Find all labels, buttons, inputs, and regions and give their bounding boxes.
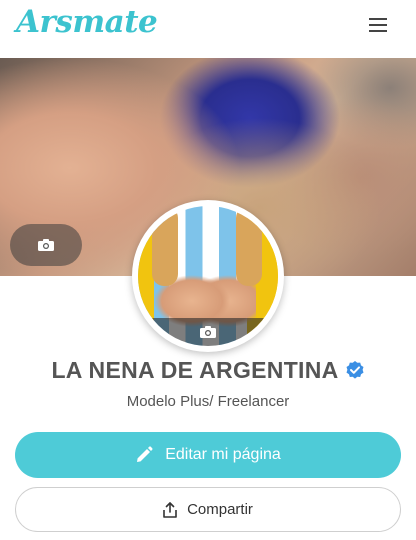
profile-subtitle: Modelo Plus/ Freelancer bbox=[126, 393, 290, 410]
share-icon bbox=[163, 501, 177, 518]
logo[interactable]: Arsmate bbox=[16, 4, 158, 40]
avatar[interactable] bbox=[132, 200, 284, 352]
edit-page-button[interactable]: Editar mi página bbox=[15, 432, 401, 478]
edit-page-label: Editar mi página bbox=[165, 446, 281, 463]
avatar-image bbox=[138, 206, 278, 346]
change-cover-button[interactable] bbox=[10, 224, 82, 266]
profile-name-row: LA NENA DE ARGENTINA bbox=[0, 354, 416, 386]
camera-icon bbox=[200, 326, 216, 338]
share-button[interactable]: Compartir bbox=[15, 487, 401, 532]
hamburger-menu-icon[interactable] bbox=[365, 14, 393, 36]
profile-name: LA NENA DE ARGENTINA bbox=[51, 356, 339, 383]
change-avatar-button[interactable] bbox=[138, 318, 278, 346]
camera-icon bbox=[38, 239, 54, 251]
share-label: Compartir bbox=[187, 501, 253, 518]
top-bar: Arsmate bbox=[0, 0, 416, 58]
verified-badge-icon bbox=[346, 361, 364, 379]
pencil-icon bbox=[137, 446, 153, 462]
